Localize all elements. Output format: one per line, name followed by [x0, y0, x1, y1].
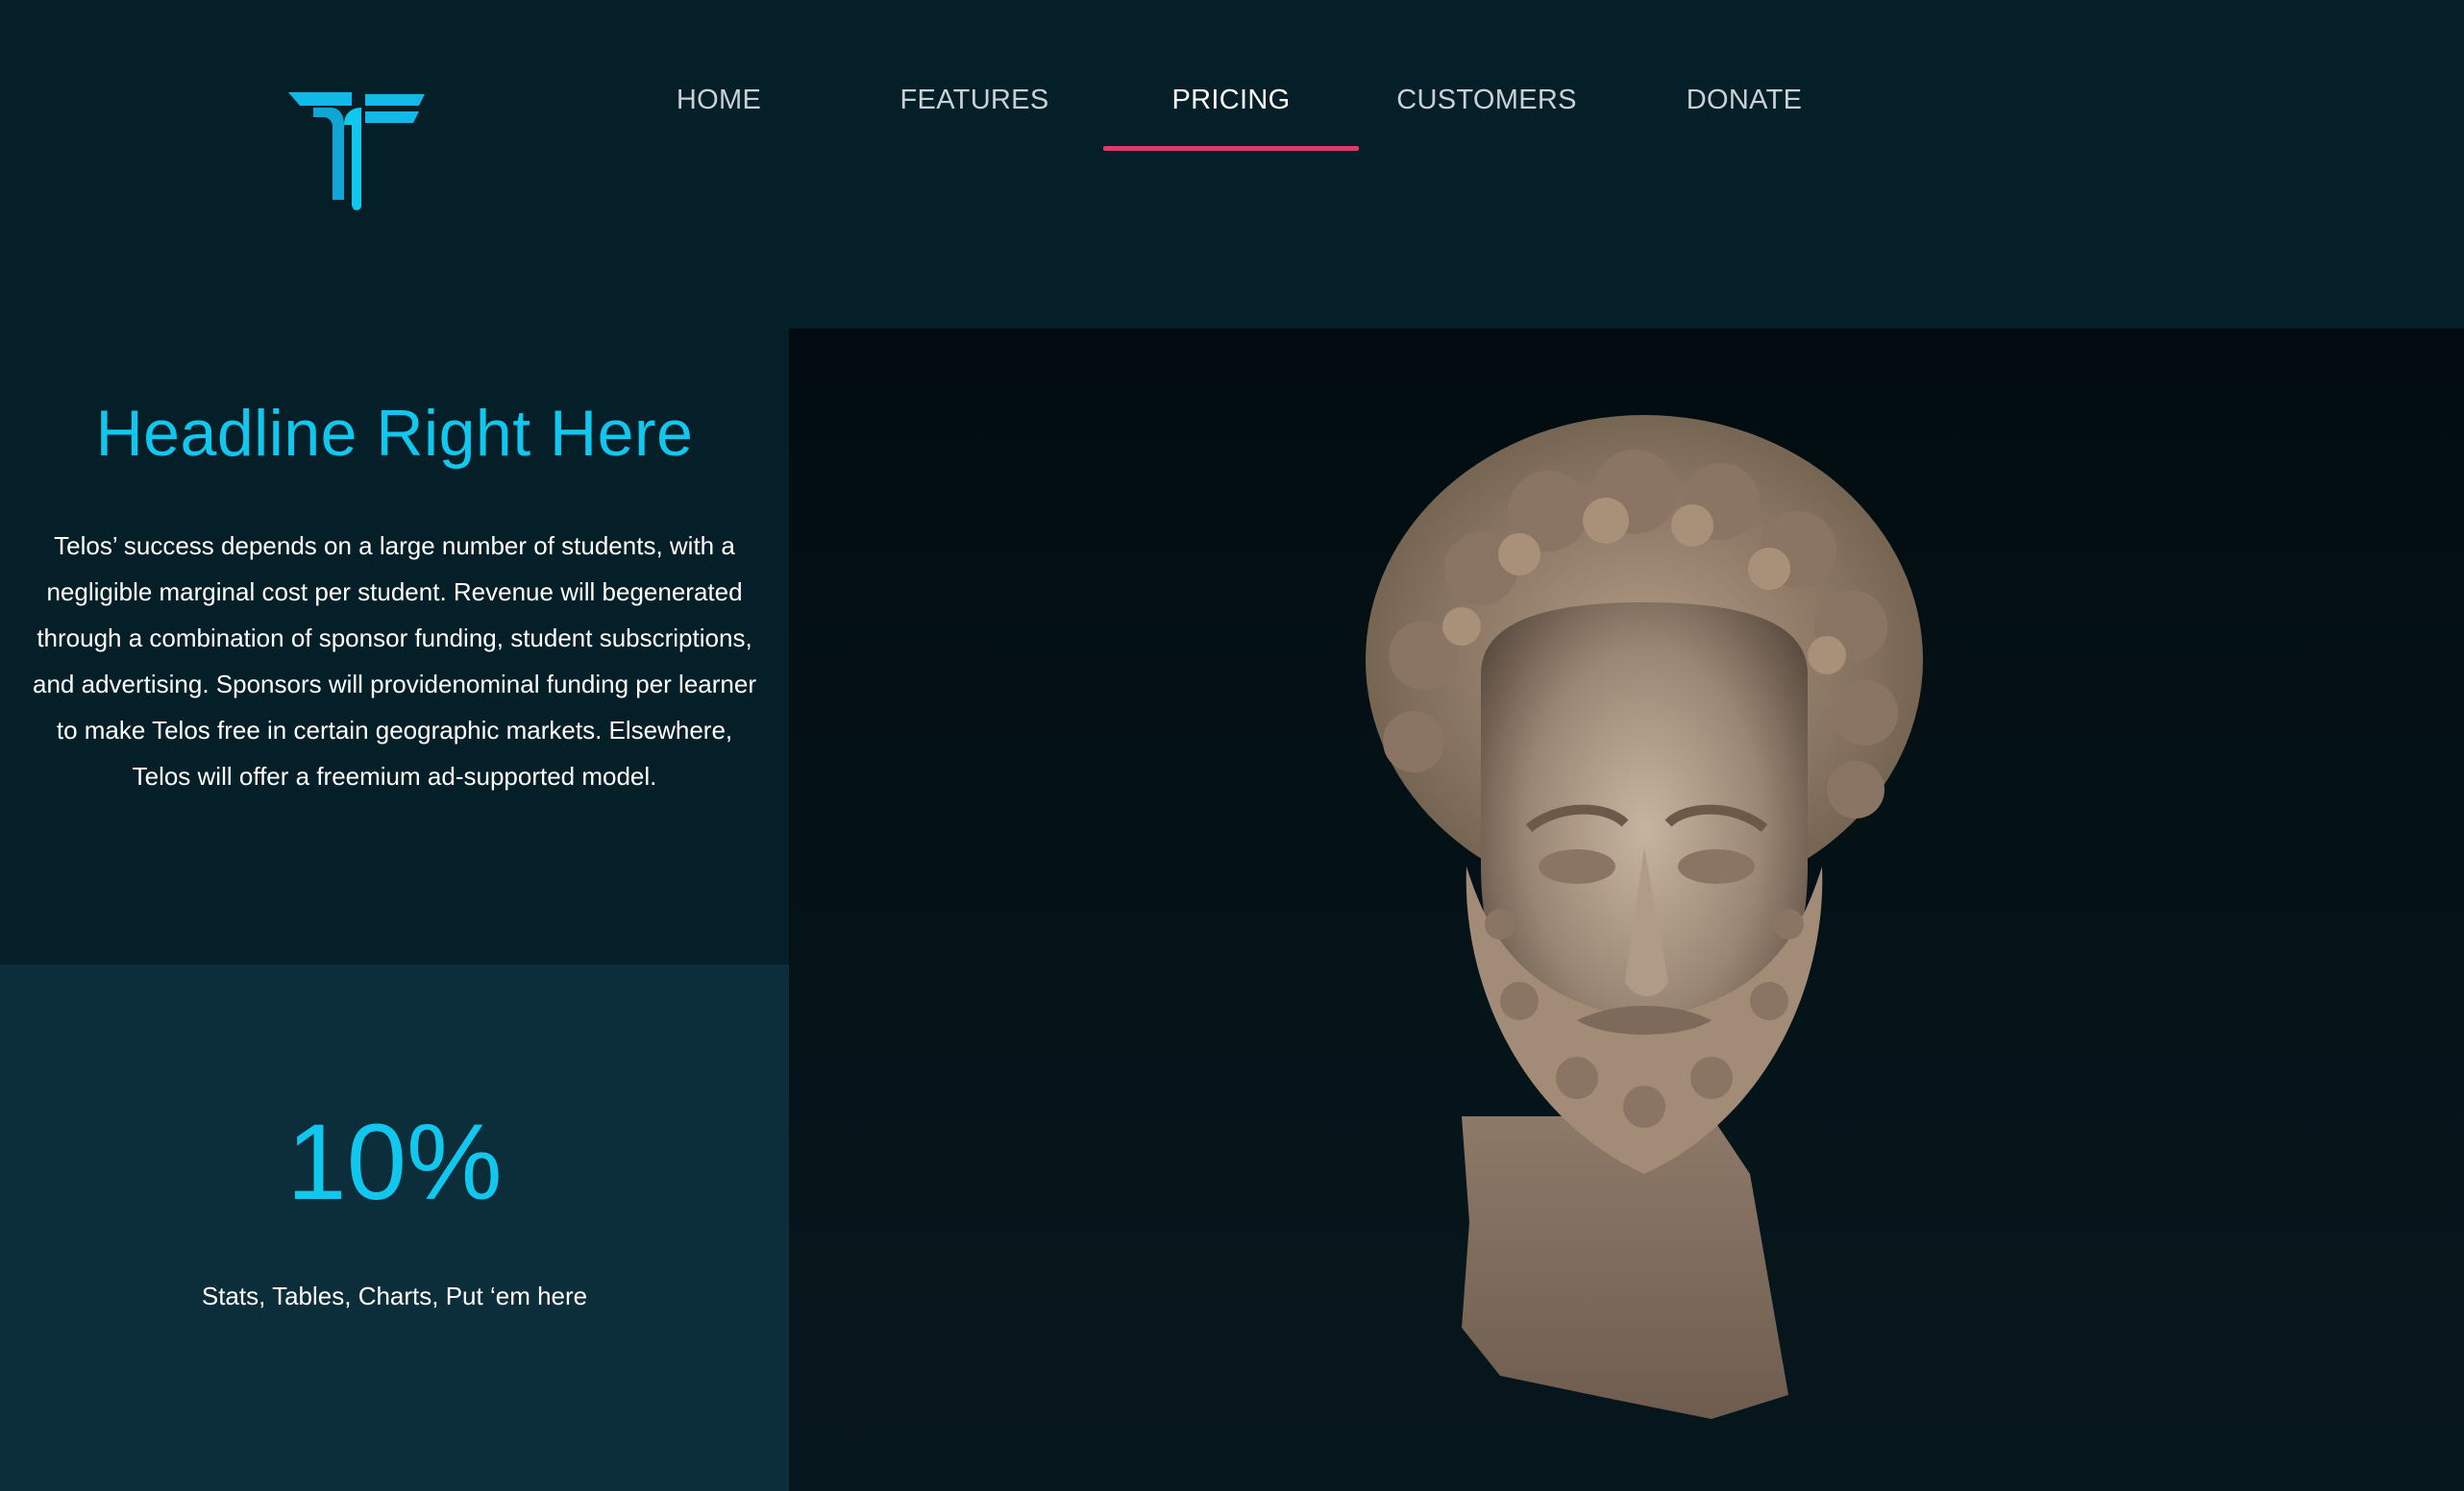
main-nav: HOME FEATURES PRICING CUSTOMERS DONATE — [0, 0, 2464, 154]
nav-item-home[interactable]: HOME — [661, 85, 776, 154]
page-headline: Headline Right Here — [95, 397, 694, 470]
active-nav-indicator — [1103, 146, 1359, 151]
nav-item-features[interactable]: FEATURES — [896, 85, 1053, 154]
page: HOME FEATURES PRICING CUSTOMERS DONATE H… — [0, 0, 2464, 1491]
hero-image-area — [789, 329, 2464, 1491]
nav-item-pricing[interactable]: PRICING — [1149, 85, 1313, 154]
stat-caption: Stats, Tables, Charts, Put ‘em here — [201, 1282, 588, 1310]
nav-item-customers[interactable]: CUSTOMERS — [1392, 85, 1582, 154]
intro-paragraph: Telos’ success depends on a large number… — [33, 531, 756, 791]
marble-bust-image — [1366, 415, 1923, 1419]
nav-item-donate[interactable]: DONATE — [1680, 85, 1809, 154]
site-header: HOME FEATURES PRICING CUSTOMERS DONATE — [0, 0, 2464, 329]
stat-value: 10% — [286, 1102, 503, 1222]
